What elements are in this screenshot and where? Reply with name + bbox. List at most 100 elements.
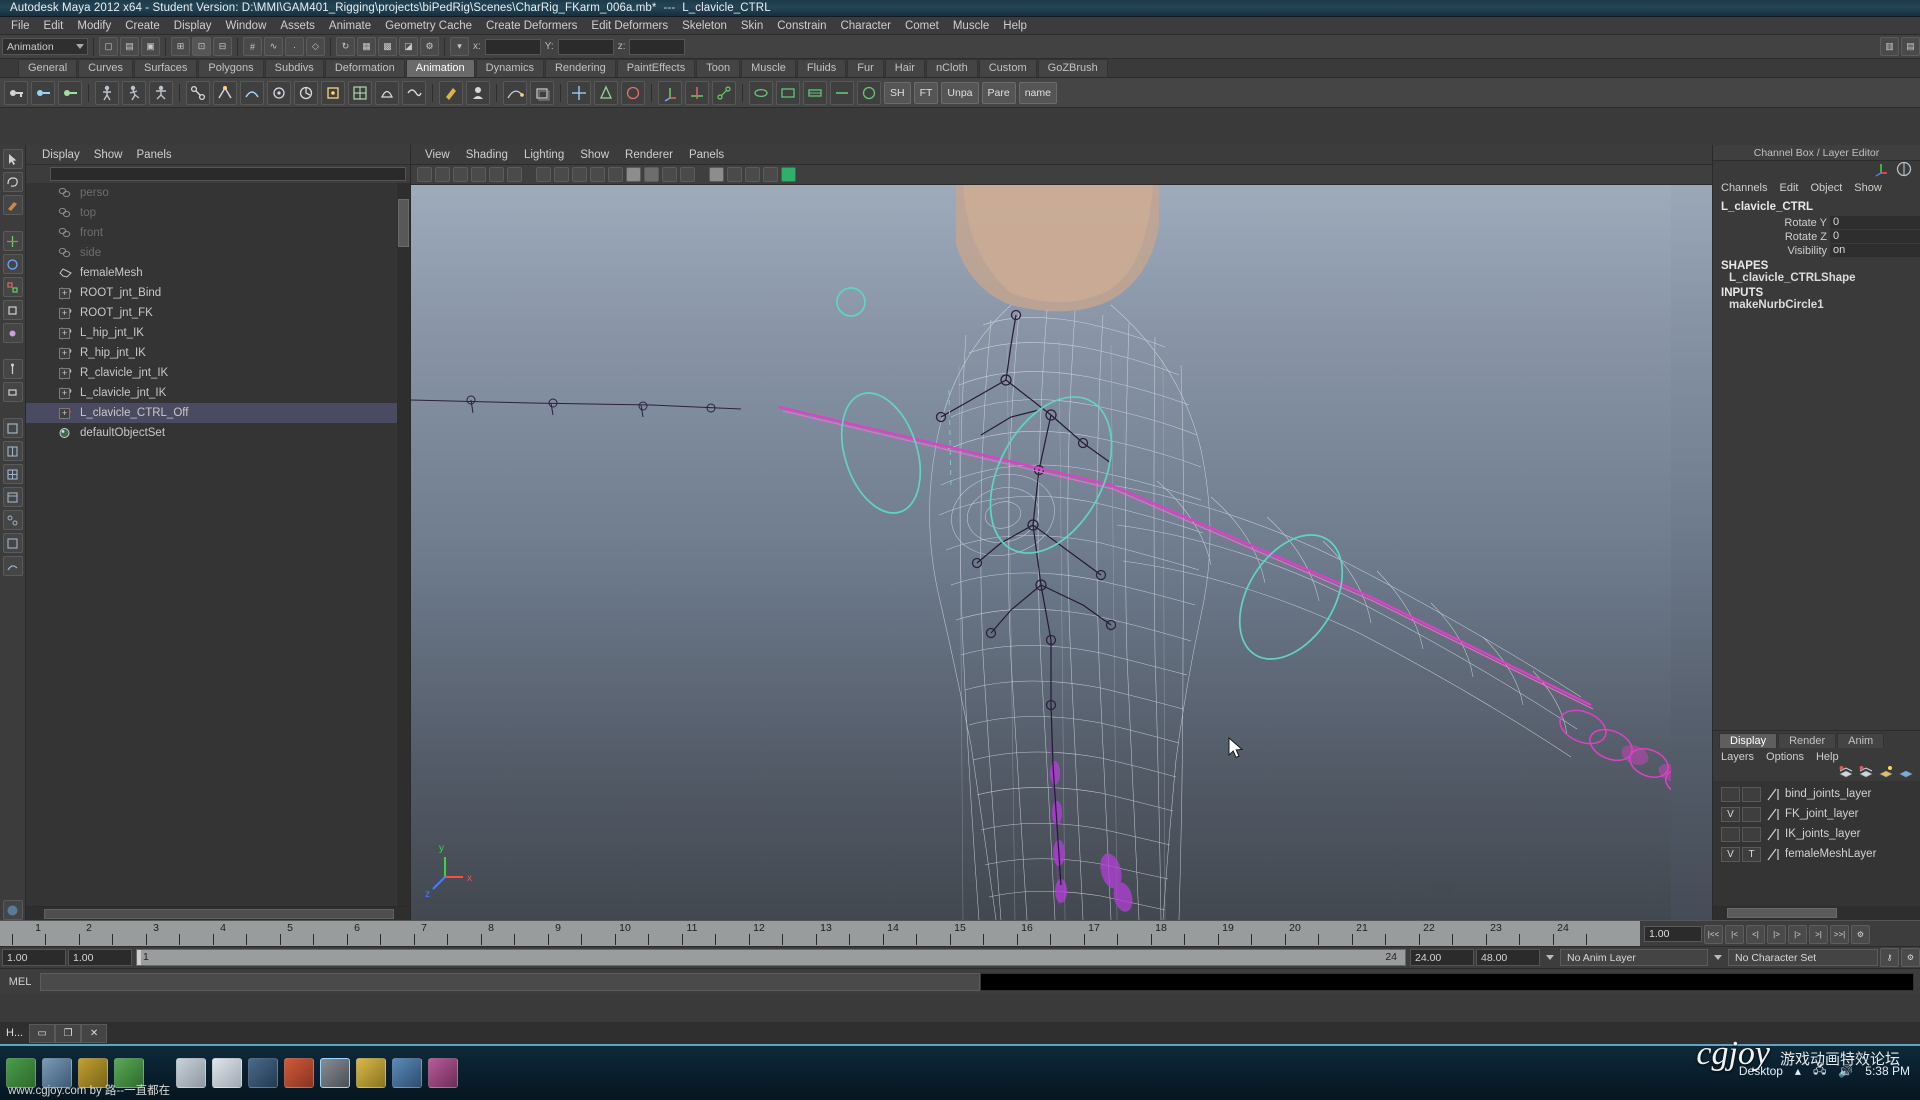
- layer-type-toggle[interactable]: [1742, 826, 1761, 842]
- viewport-menu-renderer[interactable]: Renderer: [625, 149, 673, 161]
- ipr-render-button[interactable]: ◪: [399, 37, 418, 56]
- outliner-item-l-clavicle-jnt-ik[interactable]: + L_clavicle_jnt_IK: [26, 383, 410, 403]
- menu-item-character[interactable]: Character: [833, 19, 898, 33]
- layer-name[interactable]: IK_joints_layer: [1785, 828, 1860, 840]
- network-icon[interactable]: 🖧: [1813, 1060, 1826, 1081]
- outliner-item-root-jnt-fk[interactable]: + ROOT_jnt_FK: [26, 303, 410, 323]
- cone-primitive-icon[interactable]: [594, 80, 618, 105]
- menu-item-animate[interactable]: Animate: [322, 19, 378, 33]
- hypergraph-layout-icon[interactable]: [2, 510, 23, 530]
- animation-preferences-button[interactable]: ⚙: [1851, 924, 1870, 944]
- smooth-shade-selected-icon[interactable]: [644, 167, 659, 182]
- outliner-layout-icon[interactable]: [2, 487, 23, 507]
- lattice-deformer-icon[interactable]: [348, 80, 372, 105]
- shelf-tab-surfaces[interactable]: Surfaces: [133, 59, 198, 77]
- channel-menu-channels[interactable]: Channels: [1721, 182, 1767, 194]
- layer-color-swatch[interactable]: [1766, 847, 1780, 862]
- shelf-tab-animation[interactable]: Animation: [405, 59, 475, 77]
- layer-name[interactable]: FK_joint_layer: [1785, 808, 1859, 820]
- blendshape-icon[interactable]: [375, 80, 399, 105]
- step-back-frame-button[interactable]: <|: [1746, 924, 1765, 944]
- snap-curve-button[interactable]: ∿: [264, 37, 283, 56]
- new-layer-icon[interactable]: [1838, 765, 1854, 782]
- show-channel-box-button[interactable]: ▤: [1901, 37, 1920, 56]
- menu-item-help[interactable]: Help: [996, 19, 1034, 33]
- curve-circle-icon[interactable]: [749, 80, 773, 105]
- show-attribute-editor-button[interactable]: ▥: [1880, 37, 1899, 56]
- graph-editor-layout-icon[interactable]: [2, 556, 23, 576]
- motion-path-icon[interactable]: [503, 80, 527, 105]
- time-slider[interactable]: 1 2 3 4 5 6 7 8 9 10 11 12 13 14 15 16 1…: [0, 920, 1920, 947]
- select-tool-icon[interactable]: [2, 149, 23, 169]
- construction-history-button[interactable]: ↻: [336, 37, 355, 56]
- layer-color-swatch[interactable]: [1766, 827, 1780, 842]
- ghost-object-icon[interactable]: [530, 80, 554, 105]
- expand-toggle-icon[interactable]: +: [59, 407, 70, 419]
- range-slider-track[interactable]: 1 24: [136, 949, 1406, 966]
- scrollbar-thumb[interactable]: [44, 909, 394, 919]
- channel-row-rotate-y[interactable]: Rotate Y 0: [1713, 216, 1920, 229]
- menu-item-window[interactable]: Window: [218, 19, 273, 33]
- layer-highlight-icon[interactable]: [1878, 765, 1894, 782]
- new-scene-button[interactable]: ▢: [99, 37, 118, 56]
- menu-item-file[interactable]: File: [4, 19, 37, 33]
- smooth-shade-all-icon[interactable]: [626, 167, 641, 182]
- layer-menu-layers[interactable]: Layers: [1721, 751, 1754, 763]
- show-manipulator-tool-icon[interactable]: [2, 359, 23, 379]
- curve-square-icon[interactable]: [776, 80, 800, 105]
- menu-item-skeleton[interactable]: Skeleton: [675, 19, 734, 33]
- outliner-item-side[interactable]: side: [26, 243, 410, 263]
- grid-toggle-icon[interactable]: [536, 167, 551, 182]
- shelf-tab-fur[interactable]: Fur: [847, 59, 884, 77]
- expand-toggle-icon[interactable]: +: [59, 287, 70, 299]
- character-run-icon[interactable]: [122, 80, 146, 105]
- chevron-down-icon[interactable]: [1714, 955, 1722, 960]
- layer-menu-options[interactable]: Options: [1766, 751, 1804, 763]
- select-camera-icon[interactable]: [417, 167, 432, 182]
- four-pane-layout-icon[interactable]: [2, 464, 23, 484]
- select-by-object-button[interactable]: ⊡: [192, 37, 211, 56]
- go-to-start-button[interactable]: |<<: [1704, 924, 1723, 944]
- tab-display-layers[interactable]: Display: [1719, 733, 1778, 748]
- scale-tool-icon[interactable]: [2, 277, 23, 297]
- character-pose-icon[interactable]: [149, 80, 173, 105]
- render-settings-button[interactable]: ⚙: [420, 37, 439, 56]
- scrollbar-thumb[interactable]: [1727, 908, 1837, 918]
- shelf-tab-ncloth[interactable]: nCloth: [925, 59, 978, 77]
- command-line-label[interactable]: MEL: [0, 976, 40, 988]
- anim-layer-selector[interactable]: No Anim Layer: [1560, 949, 1708, 966]
- taskbar-maya-icon[interactable]: [320, 1058, 350, 1088]
- menu-item-skin[interactable]: Skin: [734, 19, 770, 33]
- layer-name[interactable]: bind_joints_layer: [1785, 788, 1871, 800]
- channel-row-visibility[interactable]: Visibility on: [1713, 244, 1920, 257]
- skeleton-joint-icon[interactable]: [186, 80, 210, 105]
- constraint-orient-icon[interactable]: [294, 80, 318, 105]
- taskbar-window-5-icon[interactable]: [356, 1058, 386, 1088]
- outliner-menu-display[interactable]: Display: [42, 149, 80, 161]
- channel-input-name[interactable]: makeNurbCircle1: [1713, 299, 1920, 311]
- outliner-menu-panels[interactable]: Panels: [137, 149, 172, 161]
- layer-row-fk-joint[interactable]: V FK_joint_layer: [1713, 804, 1920, 824]
- menu-item-create[interactable]: Create: [118, 19, 167, 33]
- animation-prefs-button[interactable]: ⚙: [1901, 948, 1920, 967]
- nurbs-curve-line-icon[interactable]: [830, 80, 854, 105]
- cluster-deformer-icon[interactable]: [321, 80, 345, 105]
- paint-select-tool-icon[interactable]: [2, 195, 23, 215]
- shelf-tab-painteffects[interactable]: PaintEffects: [616, 59, 696, 77]
- go-to-end-button[interactable]: >>|: [1830, 924, 1849, 944]
- playback-end-field[interactable]: 24.00: [1410, 949, 1474, 966]
- ft-button[interactable]: FT: [913, 81, 939, 104]
- shelf-tab-muscle[interactable]: Muscle: [741, 59, 796, 77]
- parent-button[interactable]: Pare: [981, 81, 1016, 104]
- xray-toggle-icon[interactable]: [763, 167, 778, 182]
- axis-x-field[interactable]: [484, 38, 541, 55]
- minimize-icon[interactable]: ▭: [29, 1023, 56, 1043]
- chevron-down-icon[interactable]: [1546, 955, 1554, 960]
- outliner-item-front[interactable]: front: [26, 223, 410, 243]
- layer-type-toggle[interactable]: [1742, 786, 1761, 802]
- wireframe-shading-icon[interactable]: [608, 167, 623, 182]
- shelf-tab-toon[interactable]: Toon: [696, 59, 741, 77]
- shelf-tab-fluids[interactable]: Fluids: [796, 59, 847, 77]
- menu-item-geometry-cache[interactable]: Geometry Cache: [378, 19, 479, 33]
- snap-view-plane-button[interactable]: ◇: [306, 37, 325, 56]
